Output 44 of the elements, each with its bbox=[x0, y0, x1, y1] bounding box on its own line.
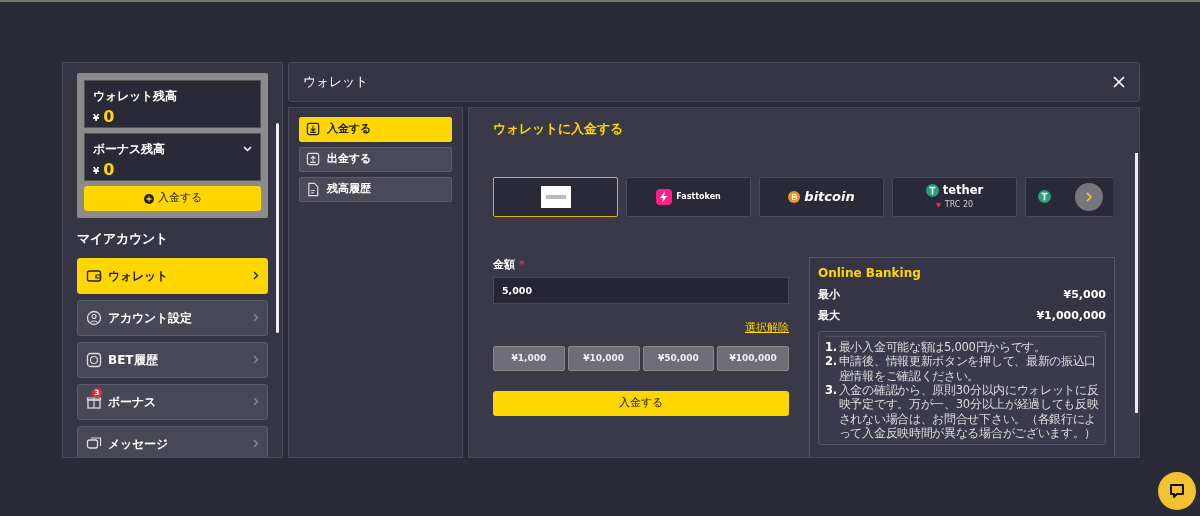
deposit-submit-button[interactable]: 入金する bbox=[493, 391, 789, 416]
method-name: bitcoin bbox=[804, 188, 855, 206]
account-menu-item[interactable]: ウォレット bbox=[77, 257, 268, 294]
field-label: 金額 * bbox=[493, 256, 526, 273]
account-menu-item[interactable]: BET履歴 bbox=[77, 341, 268, 378]
currency-symbol: ¥ bbox=[93, 164, 100, 178]
payment-method-card[interactable]: Fasttoken bbox=[626, 176, 751, 217]
submenu-item[interactable]: 出金する bbox=[299, 147, 452, 172]
method-name: tether bbox=[942, 182, 984, 200]
note-text: 最小入金可能な額は5,000円からです。 bbox=[838, 339, 1046, 355]
note-number: 2. bbox=[825, 354, 837, 371]
note-number: 1. bbox=[825, 339, 837, 355]
limit-value: ¥1,000,000 bbox=[1036, 308, 1106, 325]
balance-label: ウォレット残高 bbox=[93, 88, 177, 105]
amount-preset-button[interactable]: ¥50,000 bbox=[642, 346, 715, 371]
amount-input-field[interactable]: 5,000 bbox=[493, 277, 789, 305]
network-label: TRC 20 bbox=[944, 199, 974, 212]
window-title: ウォレット bbox=[303, 73, 368, 92]
submenu-item[interactable]: 入金する bbox=[299, 117, 452, 142]
deposit-button[interactable]: 入金する bbox=[84, 186, 261, 211]
method-name: Fasttoken bbox=[676, 190, 721, 203]
note-text: 入金の確認から、原則30分以内にウォレットに反映予定です。万が一、30分以上が経過しても反映されない場合は、お問合せ下さい。（各銀行によって入金反映時間が異なる場合がございます。） bbox=[838, 382, 1099, 441]
limit-value: ¥5,000 bbox=[1063, 286, 1106, 303]
account-menu-item[interactable]: アカウント設定 bbox=[77, 299, 268, 336]
section-title: マイアカウント bbox=[77, 230, 169, 248]
limit-label: 最大 bbox=[818, 308, 840, 325]
balance-amount: 0 bbox=[103, 162, 115, 178]
payment-method-card[interactable]: tether TRC 20 bbox=[892, 176, 1017, 217]
amount-preset-button[interactable]: ¥10,000 bbox=[567, 346, 640, 371]
balance-label: ボーナス残高 bbox=[93, 141, 165, 158]
currency-symbol: ¥ bbox=[93, 111, 100, 125]
note-number: 3. bbox=[825, 382, 837, 399]
amount-preset-button[interactable]: ¥100,000 bbox=[717, 346, 789, 371]
payment-method-card[interactable]: bitcoin bbox=[759, 176, 884, 217]
limit-label: 最小 bbox=[818, 286, 840, 303]
account-menu-item[interactable]: メッセージ bbox=[77, 425, 268, 457]
amount-preset-button[interactable]: ¥1,000 bbox=[493, 346, 565, 371]
section-title: ウォレットに入金する bbox=[493, 120, 624, 138]
balance-amount: 0 bbox=[103, 109, 115, 125]
info-title: Online Banking bbox=[818, 264, 922, 282]
clear-selection-link[interactable]: 選択解除 bbox=[493, 320, 789, 336]
note-text: 申請後、情報更新ボタンを押して、最新の振込口座情報をご確認ください。 bbox=[838, 354, 1098, 383]
required-mark: * bbox=[518, 257, 525, 271]
submenu-item[interactable]: 残高履歴 bbox=[299, 177, 452, 202]
